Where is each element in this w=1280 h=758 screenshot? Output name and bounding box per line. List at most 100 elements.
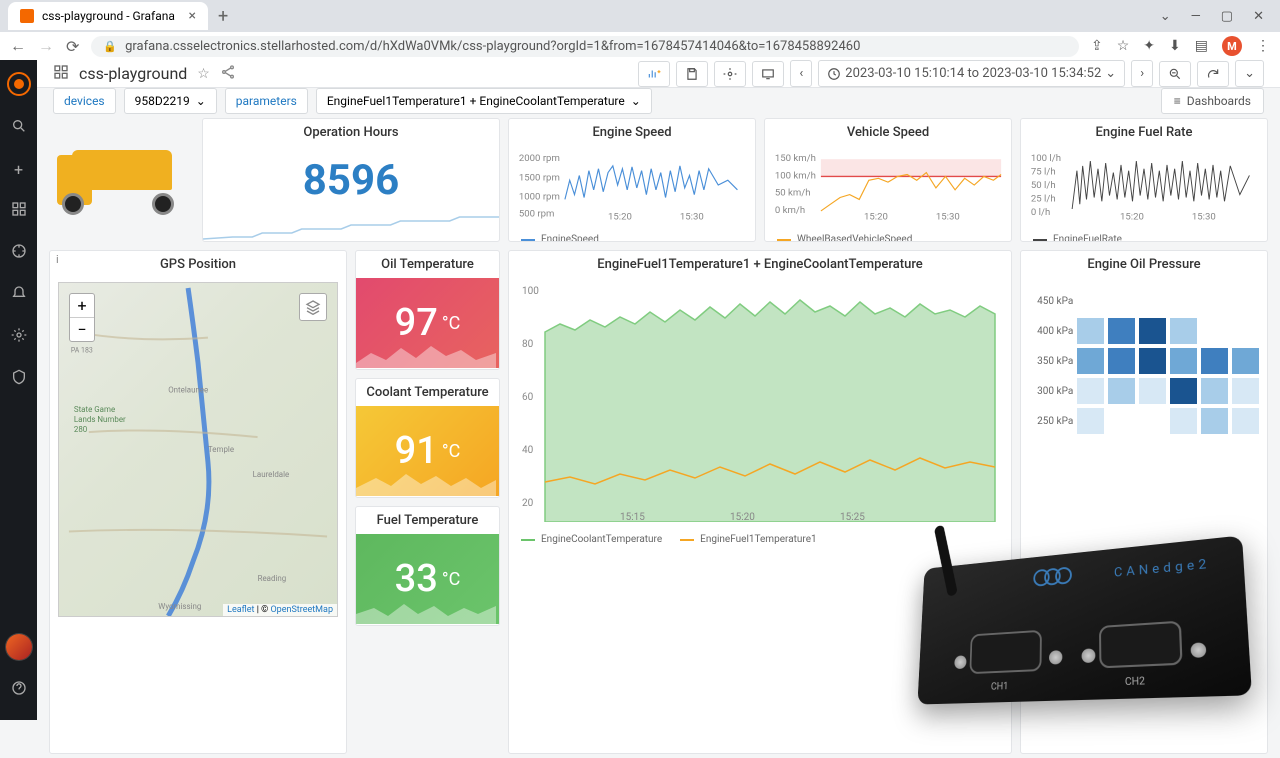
lock-icon: 🔒 [103,40,117,53]
url-field[interactable]: 🔒 grafana.csselectronics.stellarhosted.c… [91,36,1079,57]
grafana-sidebar: + [0,60,37,720]
svg-text:15:20: 15:20 [1120,212,1144,222]
configuration-icon[interactable] [11,327,27,347]
info-icon[interactable]: i [56,253,59,266]
back-icon[interactable]: ← [10,36,26,56]
coolant-temperature-panel[interactable]: Coolant Temperature 91 °C [355,378,500,498]
time-range-picker[interactable]: 2023-03-10 15:10:14 to 2023-03-10 15:34:… [818,60,1125,87]
oil-temperature-panel[interactable]: Oil Temperature 97 °C [355,250,500,370]
refresh-interval-button[interactable]: ⌄ [1235,60,1264,87]
user-avatar-icon[interactable] [6,634,32,660]
minimize-icon[interactable]: — [1191,9,1201,24]
reading-list-icon[interactable]: ▤ [1195,38,1208,54]
svg-text:50 km/h: 50 km/h [775,188,811,199]
forward-icon[interactable]: → [38,36,54,56]
svg-text:280: 280 [74,425,88,434]
profile-avatar[interactable]: M [1222,36,1242,56]
browser-tab[interactable]: css-playground - Grafana × [8,2,208,30]
star-icon[interactable]: ☆ [197,66,210,82]
time-back-button[interactable]: ‹ [790,60,812,87]
close-tab-icon[interactable]: × [189,8,196,24]
panel-title: Engine Speed [509,119,755,146]
panel-grid-icon[interactable] [53,64,69,84]
svg-text:20: 20 [522,498,534,509]
dashboard-topbar: css-playground ☆ ‹ [37,60,1280,88]
map-attribution: Leaflet | © OpenStreetMap [223,604,337,616]
create-icon[interactable]: + [14,160,23,179]
legend-label: EngineFuelRate [1053,234,1122,242]
zoom-in-button[interactable]: + [70,294,94,318]
kebab-menu-icon[interactable]: ⋮ [1256,38,1270,54]
operation-hours-panel[interactable]: Operation Hours 8596 [202,118,500,242]
gps-position-panel[interactable]: i GPS Position State Game Lands Number 2… [49,250,347,754]
combined-temperature-panel[interactable]: EngineFuel1Temperature1 + EngineCoolantT… [508,250,1012,754]
leaflet-link[interactable]: Leaflet [227,605,254,615]
address-bar: ← → ⟳ 🔒 grafana.csselectronics.stellarho… [0,32,1280,60]
grafana-logo-icon[interactable] [7,72,31,96]
chevron-down-icon[interactable]: ⌄ [1160,9,1171,24]
variable-toolbar: devices 958D2219 ⌄ parameters EngineFuel… [37,88,1280,114]
new-tab-button[interactable]: + [208,2,238,31]
maximize-icon[interactable]: ▢ [1221,9,1233,24]
dashboards-icon[interactable] [11,201,27,221]
fuel-temperature-panel[interactable]: Fuel Temperature 33 °C [355,506,500,626]
svg-text:60: 60 [522,392,534,403]
settings-button[interactable] [714,61,746,87]
svg-text:15:30: 15:30 [1192,212,1216,222]
svg-text:75 l/h: 75 l/h [1031,167,1056,178]
osm-link[interactable]: OpenStreetMap [270,605,333,615]
time-range-text: 2023-03-10 15:10:14 to 2023-03-10 15:34:… [845,66,1101,81]
share-page-icon[interactable]: ⇪ [1091,38,1103,54]
search-icon[interactable] [11,118,27,138]
chevron-down-icon: ⌄ [1105,66,1116,81]
svg-text:1500 rpm: 1500 rpm [519,172,560,183]
svg-text:15:15: 15:15 [620,512,645,522]
url-text: grafana.csselectronics.stellarhosted.com… [125,39,860,54]
svg-text:0 l/h: 0 l/h [1031,207,1050,218]
map[interactable]: State Game Lands Number 280 Ontelaunee T… [58,282,338,617]
alerting-icon[interactable] [11,285,27,305]
engine-oil-pressure-panel[interactable]: Engine Oil Pressure 450 kPa 400 kPa 350 … [1020,250,1268,754]
svg-text:80: 80 [522,339,534,350]
add-panel-button[interactable] [638,61,670,87]
truck-image-panel [49,118,194,242]
reload-icon[interactable]: ⟳ [66,37,79,56]
dashboards-button[interactable]: ≡ Dashboards [1161,88,1264,114]
help-icon[interactable] [11,680,27,700]
zoom-out-button[interactable]: − [70,318,94,341]
download-icon[interactable]: ⬇ [1169,38,1181,54]
panel-title: Fuel Temperature [356,507,499,534]
parameters-variable[interactable]: parameters [225,88,308,114]
grafana-main: css-playground ☆ ‹ [37,60,1280,720]
panel-title: GPS Position [50,251,346,278]
zoom-out-button[interactable] [1159,61,1191,87]
engine-speed-panel[interactable]: Engine Speed 2000 rpm 1500 rpm 1000 rpm … [508,118,756,242]
svg-text:15:30: 15:30 [936,212,960,222]
bookmark-star-icon[interactable]: ☆ [1117,38,1130,54]
svg-text:50 l/h: 50 l/h [1031,180,1056,191]
svg-text:15:20: 15:20 [864,212,888,222]
devices-variable[interactable]: devices [53,88,116,114]
refresh-button[interactable] [1197,61,1229,87]
explore-icon[interactable] [11,243,27,263]
tab-title: css-playground - Grafana [42,9,175,23]
panel-title: Operation Hours [203,119,499,146]
devices-value-dropdown[interactable]: 958D2219 ⌄ [124,88,217,114]
tv-mode-button[interactable] [752,61,784,87]
browser-chrome: css-playground - Grafana × + ⌄ — ▢ ✕ ← →… [0,0,1280,60]
chevron-down-icon: ⌄ [631,94,641,108]
map-zoom-control: + − [69,293,95,342]
save-button[interactable] [676,61,708,87]
engine-fuel-rate-panel[interactable]: Engine Fuel Rate 100 l/h 75 l/h 50 l/h 2… [1020,118,1268,242]
extensions-icon[interactable]: ✦ [1143,38,1155,54]
layers-icon[interactable] [299,293,327,321]
parameters-value-dropdown[interactable]: EngineFuel1Temperature1 + EngineCoolantT… [316,88,652,114]
share-icon[interactable] [220,64,236,84]
tab-strip: css-playground - Grafana × + ⌄ — ▢ ✕ [0,0,1280,32]
close-window-icon[interactable]: ✕ [1253,9,1264,24]
time-forward-button[interactable]: › [1131,60,1153,87]
svg-text:100: 100 [522,286,539,297]
panel-title: Engine Fuel Rate [1021,119,1267,146]
shield-icon[interactable] [11,369,27,389]
vehicle-speed-panel[interactable]: Vehicle Speed 150 km/h 100 km/h 50 km/h … [764,118,1012,242]
